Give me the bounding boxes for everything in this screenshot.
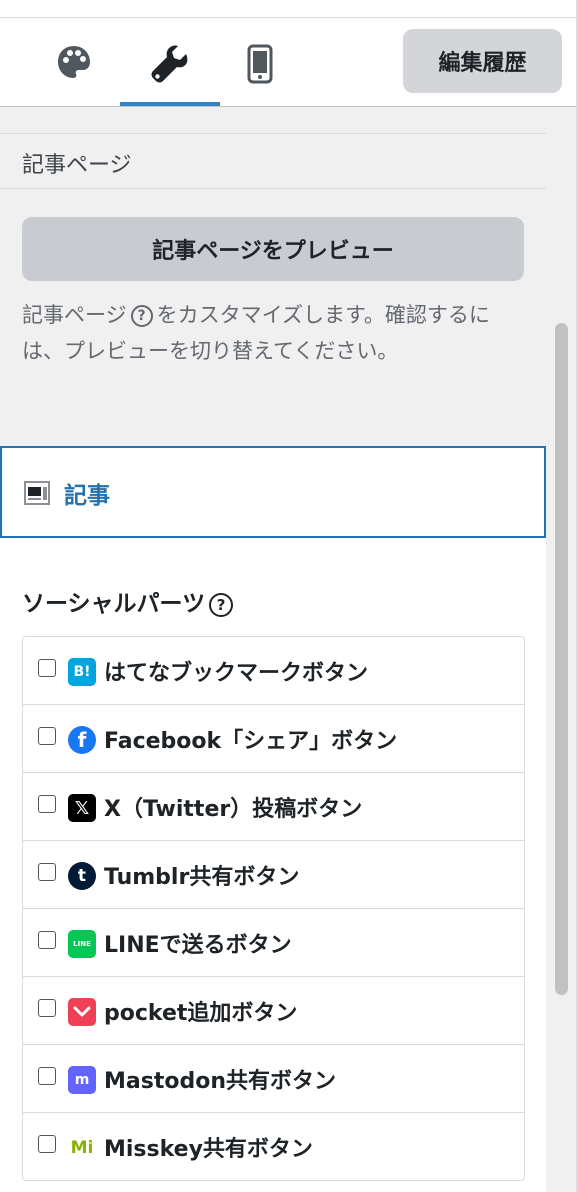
preview-article-button[interactable]: 記事ページをプレビュー <box>22 217 524 281</box>
pocket-icon <box>68 998 96 1026</box>
hatena-bookmark-icon: B! <box>68 658 96 686</box>
section-description: 記事ページ? をカスタマイズします。確認するには、プレビューを切り替えてください。 <box>22 303 490 363</box>
checkbox[interactable] <box>38 999 56 1017</box>
smartphone-icon <box>247 44 273 84</box>
help-icon[interactable]: ? <box>209 592 234 617</box>
article-layout-icon <box>24 481 50 505</box>
section-title: 記事ページ <box>22 153 132 178</box>
social-option-label: Misskey共有ボタン <box>104 1137 313 1162</box>
checkbox[interactable] <box>38 795 56 813</box>
checkbox[interactable] <box>38 659 56 677</box>
top-divider <box>0 17 576 18</box>
checkbox[interactable] <box>38 863 56 881</box>
misskey-icon: Mi <box>70 1138 94 1158</box>
social-option-row[interactable]: 𝕏 X（Twitter）投稿ボタン <box>23 773 524 841</box>
line-icon: LINE <box>68 930 96 958</box>
checkbox[interactable] <box>38 1067 56 1085</box>
mastodon-icon: m <box>68 1066 96 1094</box>
tab-style[interactable] <box>24 30 124 106</box>
wrench-icon <box>151 45 188 83</box>
social-option-label: はてなブックマークボタン <box>104 661 369 686</box>
social-option-row[interactable]: f Facebook「シェア」ボタン <box>23 705 524 773</box>
help-icon[interactable]: ? <box>130 305 153 327</box>
article-setting-label: 記事 <box>64 483 110 509</box>
tumblr-icon: t <box>68 862 96 890</box>
article-setting-item[interactable]: 記事 <box>0 446 546 538</box>
social-option-row[interactable]: LINE LINEで送るボタン <box>23 909 524 977</box>
social-option-row[interactable]: pocket追加ボタン <box>23 977 524 1045</box>
checkbox[interactable] <box>38 1135 56 1153</box>
customizer-panel: 記事ページ 記事ページをプレビュー 記事ページ? をカスタマイズします。確認するに… <box>0 107 546 1192</box>
social-option-label: Mastodon共有ボタン <box>104 1069 336 1094</box>
scrollbar-thumb[interactable] <box>555 323 568 995</box>
social-option-row[interactable]: B! はてなブックマークボタン <box>23 637 524 705</box>
section-header: 記事ページ <box>0 133 546 189</box>
tab-mobile[interactable] <box>210 30 310 106</box>
social-option-row[interactable]: m Mastodon共有ボタン <box>23 1045 524 1113</box>
x-icon: 𝕏 <box>68 794 96 822</box>
edit-history-button[interactable]: 編集履歴 <box>403 29 562 93</box>
checkbox[interactable] <box>38 727 56 745</box>
facebook-icon: f <box>68 726 96 754</box>
social-option-label: Facebook「シェア」ボタン <box>104 729 398 754</box>
tab-settings[interactable] <box>120 30 220 106</box>
top-toolbar: 編集履歴 <box>0 0 576 107</box>
social-option-label: LINEで送るボタン <box>104 933 292 958</box>
checkbox[interactable] <box>38 931 56 949</box>
social-option-label: pocket追加ボタン <box>104 1001 298 1026</box>
social-buttons-list: B! はてなブックマークボタン f Facebook「シェア」ボタン 𝕏 X（Twitte… <box>22 636 525 1181</box>
social-option-label: Tumblr共有ボタン <box>104 865 300 890</box>
social-option-label: X（Twitter）投稿ボタン <box>104 797 363 822</box>
palette-icon <box>58 46 90 78</box>
social-option-row[interactable]: Mi Misskey共有ボタン <box>23 1113 524 1180</box>
social-option-row[interactable]: t Tumblr共有ボタン <box>23 841 524 909</box>
social-parts-title: ソーシャルパーツ? <box>22 584 237 618</box>
